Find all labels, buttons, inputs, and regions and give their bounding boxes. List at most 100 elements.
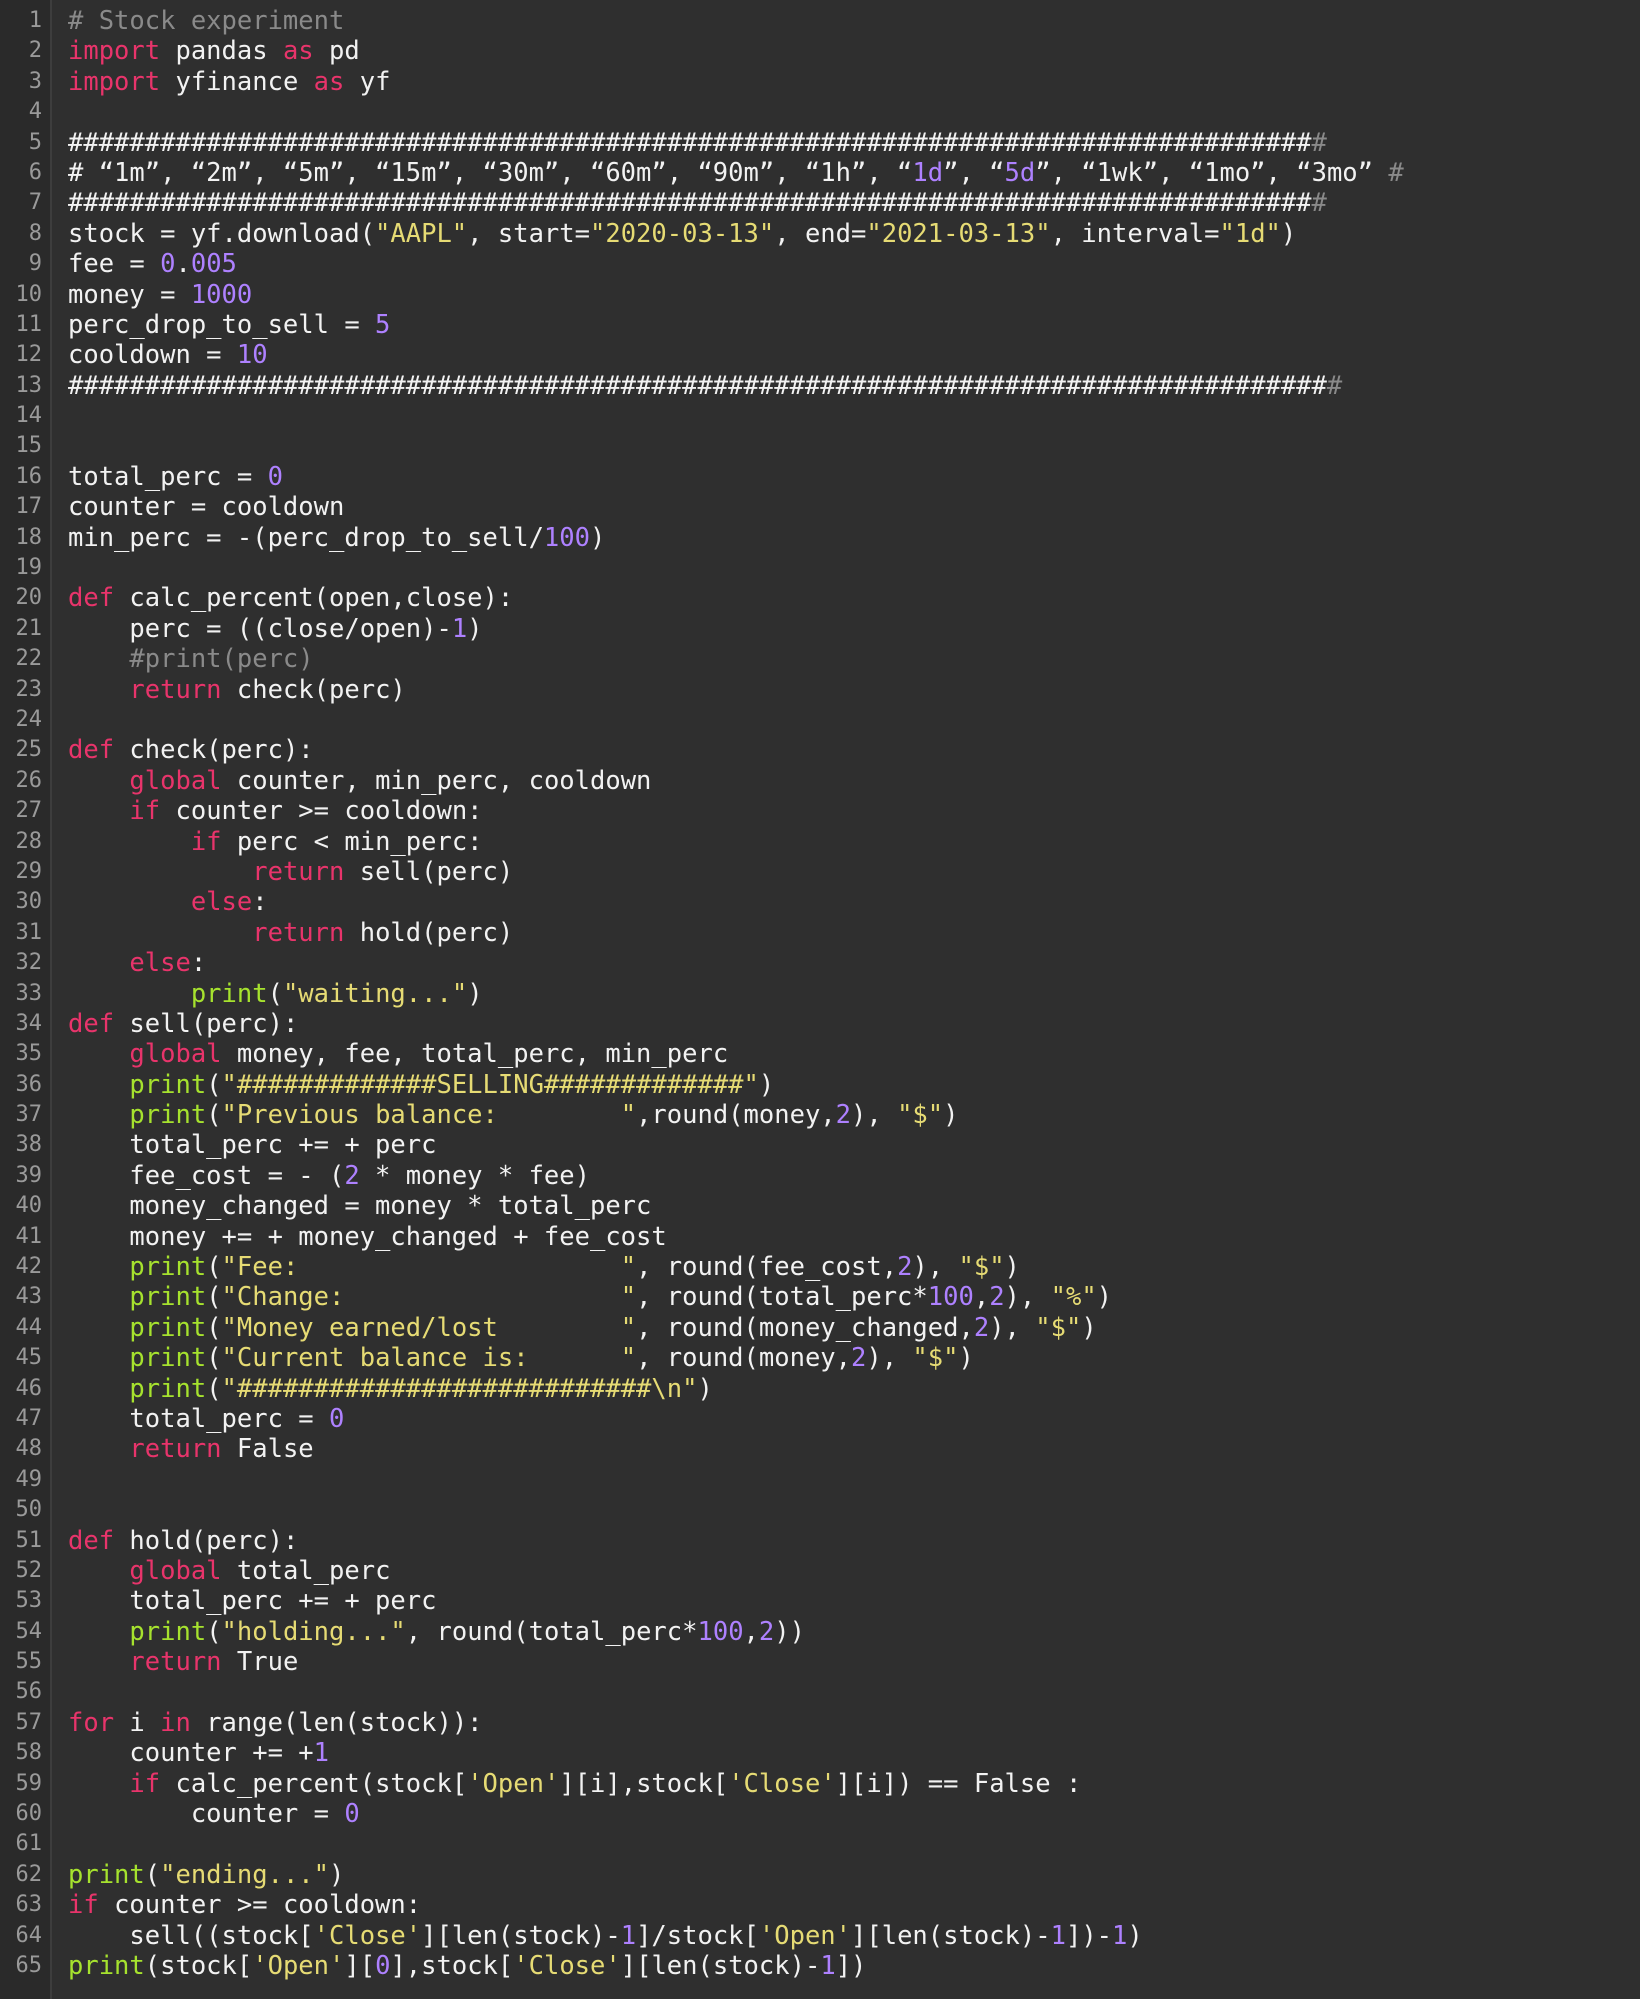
number-token: 1 xyxy=(313,1738,329,1769)
line-text: import yfinance as yf xyxy=(68,67,390,97)
string-token: "###########################\n" xyxy=(221,1373,698,1404)
line-number: 30 xyxy=(15,889,43,915)
keyword-token: as xyxy=(313,66,345,97)
line-text: def sell(perc): xyxy=(68,1009,298,1039)
keyword-token: def xyxy=(68,1008,115,1039)
code-text-token: money += + money_changed + fee_cost xyxy=(68,1221,667,1252)
code-editor[interactable]: 1 # Stock experiment 2 import pandas as pd 3… xyxy=(0,0,1640,1999)
code-text-token: money = xyxy=(68,279,191,310)
code-text-token: , start= xyxy=(467,218,590,249)
code-text-token: money, fee, total_perc, min_perc xyxy=(221,1039,729,1070)
line-number: 36 xyxy=(15,1071,43,1097)
code-text-token: counter = xyxy=(68,1799,345,1830)
code-text-token: hold(perc): xyxy=(114,1525,299,1556)
line-number: 52 xyxy=(15,1557,43,1583)
number-token: 1000 xyxy=(190,279,253,310)
line-number: 2 xyxy=(28,38,42,64)
line-number: 40 xyxy=(15,1193,43,1219)
code-text-token: ) xyxy=(589,522,606,553)
string-token: "#############SELLING#############" xyxy=(221,1069,759,1100)
line-text: sell((stock['Close'][len(stock)-1]/stock… xyxy=(68,1920,1142,1951)
line-text: if counter >= cooldown: xyxy=(68,1890,421,1920)
code-text-token: ,round(money, xyxy=(636,1100,836,1131)
line-number: 28 xyxy=(15,828,43,854)
code-text-token: min_perc = -(perc_drop_to_sell/ xyxy=(68,522,544,553)
line-number: 56 xyxy=(15,1679,43,1705)
line-number: 1 xyxy=(28,8,42,33)
code-text-token: ( xyxy=(206,1312,222,1343)
code-text-token: ) xyxy=(329,1859,345,1890)
code-text-token: sell(perc) xyxy=(344,856,514,887)
string-token: 'Open' xyxy=(758,1920,852,1951)
line-number: 54 xyxy=(15,1618,43,1644)
line-number: 38 xyxy=(15,1132,43,1158)
code-text-token: ][i],stock[ xyxy=(559,1768,729,1799)
code-text-token: . xyxy=(175,249,191,280)
string-token: "1d" xyxy=(1219,218,1281,249)
comment-token: # xyxy=(1388,157,1404,188)
code-text-token: , end= xyxy=(774,218,867,249)
number-token: 005 xyxy=(190,249,237,280)
code-text-token: perc = ((close/open)- xyxy=(68,613,452,644)
number-token: 100 xyxy=(697,1616,744,1647)
keyword-token: def xyxy=(68,583,115,614)
code-text-token: check(perc): xyxy=(114,735,314,766)
string-token: 'Open' xyxy=(467,1768,560,1799)
line-number: 49 xyxy=(15,1466,43,1492)
code-text-token: ) xyxy=(467,613,483,644)
line-number: 25 xyxy=(15,737,43,763)
line-number: 46 xyxy=(15,1375,43,1401)
comment-token: # xyxy=(1326,370,1343,401)
code-text-token: ) xyxy=(958,1343,974,1374)
code-text-token: ) xyxy=(758,1069,775,1100)
code-text-token: counter = cooldown xyxy=(68,492,345,523)
code-text-token: ( xyxy=(206,1252,222,1283)
builtin-function-token: print xyxy=(190,978,268,1009)
string-token: 'Close' xyxy=(513,1951,621,1981)
line-number: 64 xyxy=(15,1922,43,1948)
string-token: "$" xyxy=(912,1343,959,1374)
line-text: stock = yf.download("AAPL", start="2020-… xyxy=(68,219,1296,249)
comment-token: # xyxy=(1311,188,1327,219)
line-text: return hold(perc) xyxy=(68,918,513,948)
code-text-token: counter >= cooldown: xyxy=(98,1890,422,1921)
line-number: 45 xyxy=(15,1345,43,1371)
line-text: # Stock experiment xyxy=(68,6,344,36)
comment-token: #print(perc) xyxy=(68,644,314,675)
number-token: 10 xyxy=(236,340,268,371)
line-number: 32 xyxy=(15,950,43,976)
code-text-token: (stock[ xyxy=(144,1951,253,1981)
number-token: 2 xyxy=(897,1252,913,1283)
code-text-token: , round(money_changed, xyxy=(636,1312,974,1343)
line-number: 57 xyxy=(15,1709,43,1735)
line-text: print("holding...", round(total_perc*100… xyxy=(68,1617,805,1647)
code-text-token: total_perc = xyxy=(68,1403,329,1434)
line-text: else: xyxy=(68,887,268,917)
line-text: counter += +1 xyxy=(68,1738,329,1768)
builtin-function-token: print xyxy=(129,1616,207,1647)
line-text: print("Fee: ", round(fee_cost,2), "$") xyxy=(68,1252,1019,1283)
code-text-token: , round(total_perc* xyxy=(636,1282,928,1313)
line-number: 33 xyxy=(15,980,43,1006)
code-text-token: , round(fee_cost, xyxy=(636,1252,898,1283)
code-text-token: check(perc) xyxy=(221,674,406,705)
line-number: 44 xyxy=(15,1314,43,1340)
code-text-token: ( xyxy=(206,1100,222,1131)
code-text-token: ########################################… xyxy=(68,370,1327,401)
code-text-token: , round(money, xyxy=(636,1343,851,1374)
keyword-token: return xyxy=(129,674,222,705)
line-text: perc = ((close/open)-1) xyxy=(68,613,483,644)
line-number: 61 xyxy=(15,1831,43,1857)
number-token: 1 xyxy=(1050,1920,1066,1951)
line-number: 47 xyxy=(15,1405,43,1431)
code-text-token: i xyxy=(114,1707,161,1738)
line-number: 9 xyxy=(28,251,42,277)
line-text: perc_drop_to_sell = 5 xyxy=(68,310,390,340)
